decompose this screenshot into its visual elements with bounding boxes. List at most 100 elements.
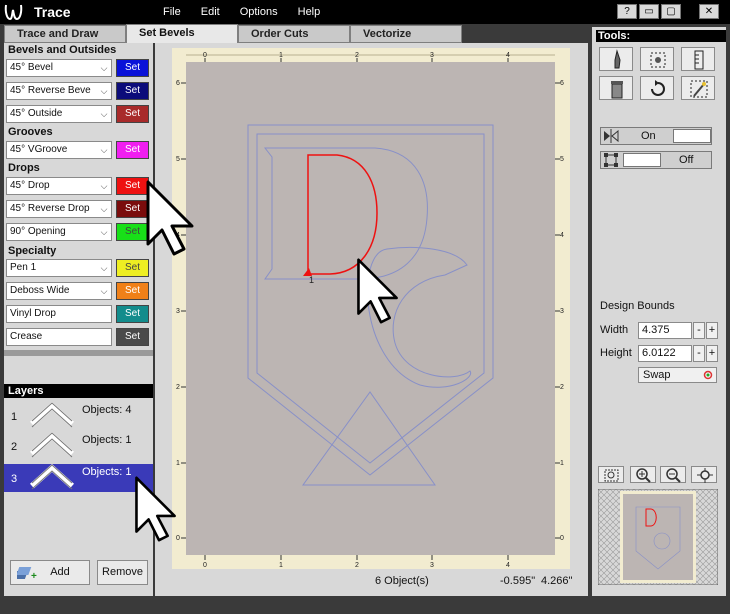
toggle-mirror-state: On <box>641 130 656 142</box>
zoom-in-button[interactable] <box>630 466 656 483</box>
tab-vectorize[interactable]: Vectorize <box>350 25 462 43</box>
ruler-tick-label: 3 <box>560 308 564 315</box>
reverse-drop-select[interactable]: 45° Reverse Drop ⌵ <box>6 200 112 218</box>
toggle-mirror[interactable]: On <box>600 127 712 145</box>
zoom-out-button[interactable] <box>660 466 686 483</box>
ruler-tick-label: 3 <box>176 308 180 315</box>
ruler-tick-label: 3 <box>430 52 434 59</box>
chevron-down-icon: ⌵ <box>97 106 111 122</box>
remove-layer-button[interactable]: Remove <box>97 560 148 585</box>
set-crease-button[interactable]: Set <box>116 328 149 346</box>
status-cursor-x: -0.595" <box>500 575 536 587</box>
menu-edit[interactable]: Edit <box>201 6 220 18</box>
zoom-drag-button[interactable] <box>691 466 717 483</box>
width-decrease-button[interactable]: - <box>693 322 705 339</box>
set-pen-button[interactable]: Set <box>116 259 149 277</box>
tools-panel: Tools: On Off Design Bounds Width 4.375 … <box>592 27 726 596</box>
zoom-out-icon <box>666 468 681 483</box>
title-bar: Trace File Edit Options Help ? ▭ ▢ ✕ <box>0 0 730 24</box>
height-decrease-button[interactable]: - <box>693 345 705 362</box>
toggle-bounds-state: Off <box>679 154 694 166</box>
toggle-bounds[interactable]: Off <box>600 151 712 169</box>
toggle-knob <box>673 129 711 143</box>
menu-help[interactable]: Help <box>298 6 321 18</box>
outside-select[interactable]: 45° Outside ⌵ <box>6 105 112 123</box>
layer-thumbnail <box>30 464 74 490</box>
vinyl-drop-field[interactable]: Vinyl Drop <box>6 305 112 323</box>
set-reverse-bevel-button[interactable]: Set <box>116 82 149 100</box>
drop-select[interactable]: 45° Drop ⌵ <box>6 177 112 195</box>
minimize-button[interactable]: ▭ <box>639 4 659 19</box>
pen-select-value: Pen 1 <box>10 262 37 273</box>
ruler-tick-label: 1 <box>560 460 564 467</box>
ruler-tool-button[interactable] <box>681 47 715 71</box>
set-bevel-button[interactable]: Set <box>116 59 149 77</box>
add-layer-button[interactable]: + Add <box>10 560 90 585</box>
menu-file[interactable]: File <box>163 6 181 18</box>
height-increase-button[interactable]: + <box>706 345 718 362</box>
chevron-down-icon: ⌵ <box>97 83 111 99</box>
knife-tool-button[interactable] <box>599 47 633 71</box>
crease-field[interactable]: Crease <box>6 328 112 346</box>
layer-row-1[interactable]: 1 Objects: 4 <box>4 402 153 430</box>
tab-order-cuts[interactable]: Order Cuts <box>238 25 350 43</box>
reverse-bevel-select[interactable]: 45° Reverse Beve ⌵ <box>6 82 112 100</box>
tab-bar: Trace and Draw Set Bevels Order Cuts Vec… <box>4 24 590 43</box>
status-object-count: 6 Object(s) <box>375 575 429 587</box>
tools-title: Tools: <box>596 30 726 42</box>
layer-object-count: Objects: 1 <box>82 434 132 446</box>
menu-options[interactable]: Options <box>240 6 278 18</box>
layer-thumbnail <box>30 432 74 458</box>
layer-object-count: Objects: 4 <box>82 404 132 416</box>
layer-thumbnail <box>30 402 74 428</box>
zoom-fit-button[interactable] <box>598 466 624 483</box>
overview-minimap[interactable] <box>598 489 718 585</box>
add-layer-label: Add <box>50 566 70 578</box>
set-vgroove-button[interactable]: Set <box>116 141 149 159</box>
rotate-tool-button[interactable] <box>640 76 674 100</box>
layer-row-2[interactable]: 2 Objects: 1 <box>4 432 153 460</box>
mouse-cursor-icon <box>146 180 194 256</box>
ruler-tick-label: 4 <box>506 562 510 569</box>
magic-select-tool-button[interactable] <box>681 76 715 100</box>
layer-object-count: Objects: 1 <box>82 466 132 478</box>
set-deboss-button[interactable]: Set <box>116 282 149 300</box>
magic-select-icon <box>690 80 708 98</box>
help-button[interactable]: ? <box>617 4 637 19</box>
width-field[interactable]: 4.375 <box>638 322 692 339</box>
select-nodes-tool-button[interactable] <box>640 47 674 71</box>
height-label: Height <box>600 347 632 359</box>
ruler-tick-label: 2 <box>355 562 359 569</box>
layer-row-3[interactable]: 3 Objects: 1 <box>4 464 153 492</box>
deboss-select[interactable]: Deboss Wide ⌵ <box>6 282 112 300</box>
swap-button[interactable]: Swap <box>638 367 717 383</box>
set-outside-button[interactable]: Set <box>116 105 149 123</box>
bevels-panel: Bevels and Outsides 45° Bevel ⌵ Set 45° R… <box>4 43 153 350</box>
tab-set-bevels[interactable]: Set Bevels <box>126 24 238 43</box>
reverse-drop-select-value: 45° Reverse Drop <box>10 203 90 214</box>
vgroove-select[interactable]: 45° VGroove ⌵ <box>6 141 112 159</box>
knife-icon <box>614 49 621 69</box>
set-vinyl-drop-button[interactable]: Set <box>116 305 149 323</box>
design-bounds-title: Design Bounds <box>600 300 675 312</box>
deboss-select-value: Deboss Wide <box>10 285 70 296</box>
opening-select[interactable]: 90° Opening ⌵ <box>6 223 112 241</box>
height-field[interactable]: 6.0122 <box>638 345 692 362</box>
width-increase-button[interactable]: + <box>706 322 718 339</box>
section-bevels-outsides: Bevels and Outsides <box>8 44 117 56</box>
ruler-tick-label: 0 <box>203 52 207 59</box>
delete-tool-button[interactable] <box>599 76 633 100</box>
bevel-select[interactable]: 45° Bevel ⌵ <box>6 59 112 77</box>
ruler-tick-label: 0 <box>203 562 207 569</box>
close-button[interactable]: ✕ <box>699 4 719 19</box>
tab-trace-and-draw[interactable]: Trace and Draw <box>4 25 126 43</box>
ruler-tick-label: 0 <box>560 535 564 542</box>
app-window: Trace File Edit Options Help ? ▭ ▢ ✕ Tra… <box>0 0 730 614</box>
section-specialty: Specialty <box>8 245 57 257</box>
maximize-button[interactable]: ▢ <box>661 4 681 19</box>
pen-select[interactable]: Pen 1 ⌵ <box>6 259 112 277</box>
ruler-tick-label: 6 <box>560 80 564 87</box>
trash-icon <box>611 81 623 99</box>
toggle-knob <box>623 153 661 167</box>
ruler-icon <box>694 50 704 70</box>
